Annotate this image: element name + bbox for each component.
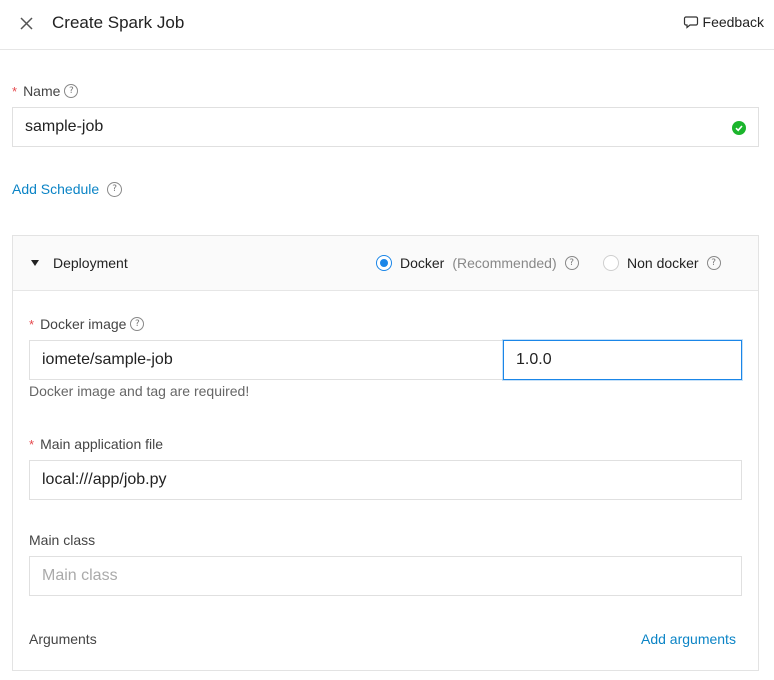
non-docker-label: Non docker: [627, 255, 699, 271]
add-arguments-label: Add arguments: [641, 631, 736, 647]
docker-image-value: iomete/sample-job: [42, 351, 173, 368]
name-value: sample-job: [25, 118, 104, 135]
main-class-placeholder: Main class: [42, 567, 118, 584]
help-icon[interactable]: ?: [107, 181, 123, 197]
main-class-input[interactable]: Main class: [29, 556, 742, 596]
required-marker: *: [29, 316, 35, 332]
docker-image-input[interactable]: iomete/sample-job: [29, 340, 504, 380]
dialog-header: Create Spark Job Feedback: [0, 0, 774, 50]
docker-tag-input[interactable]: 1.0.0: [503, 340, 742, 380]
add-schedule-link[interactable]: Add Schedule ?: [12, 181, 123, 197]
docker-radio[interactable]: [376, 255, 392, 271]
add-schedule-label: Add Schedule: [12, 181, 100, 197]
non-docker-option[interactable]: Non docker ?: [603, 255, 721, 271]
close-button[interactable]: [16, 13, 38, 35]
arguments-label-row: Arguments: [29, 631, 97, 647]
docker-image-hint: Docker image and tag are required!: [29, 383, 250, 399]
chat-icon: [683, 16, 698, 29]
close-icon: [20, 17, 33, 30]
required-marker: *: [12, 83, 18, 99]
name-label-row: * Name ?: [12, 83, 79, 99]
add-arguments-link[interactable]: Add arguments: [641, 631, 736, 647]
feedback-label: Feedback: [702, 14, 764, 30]
help-icon[interactable]: ?: [564, 256, 579, 270]
main-app-file-label: Main application file: [40, 436, 164, 452]
main-app-file-label-row: * Main application file: [29, 436, 163, 452]
name-label: Name: [23, 83, 61, 99]
docker-tag-value: 1.0.0: [516, 351, 552, 368]
valid-check-icon: [732, 121, 746, 135]
docker-image-label: Docker image: [40, 316, 127, 332]
main-app-file-value: local:///app/job.py: [42, 471, 167, 488]
collapse-caret-icon[interactable]: [31, 260, 39, 266]
deployment-title: Deployment: [53, 255, 128, 271]
required-marker: *: [29, 436, 35, 452]
help-icon[interactable]: ?: [706, 256, 721, 270]
main-class-label-row: Main class: [29, 532, 95, 548]
docker-image-label-row: * Docker image ?: [29, 316, 145, 332]
main-app-file-input[interactable]: local:///app/job.py: [29, 460, 742, 500]
help-icon[interactable]: ?: [64, 84, 79, 98]
recommended-note: (Recommended): [452, 255, 557, 271]
name-input[interactable]: sample-job: [12, 107, 759, 147]
non-docker-radio[interactable]: [603, 255, 619, 271]
main-class-label: Main class: [29, 532, 96, 548]
docker-option[interactable]: Docker (Recommended) ?: [376, 255, 579, 271]
docker-label: Docker: [400, 255, 445, 271]
page-title: Create Spark Job: [52, 13, 185, 32]
arguments-label: Arguments: [29, 631, 97, 647]
deployment-header[interactable]: Deployment Docker (Recommended) ? Non do…: [13, 236, 758, 291]
help-icon[interactable]: ?: [130, 317, 145, 331]
deployment-panel: Deployment Docker (Recommended) ? Non do…: [12, 235, 759, 671]
feedback-button[interactable]: Feedback: [683, 14, 764, 30]
